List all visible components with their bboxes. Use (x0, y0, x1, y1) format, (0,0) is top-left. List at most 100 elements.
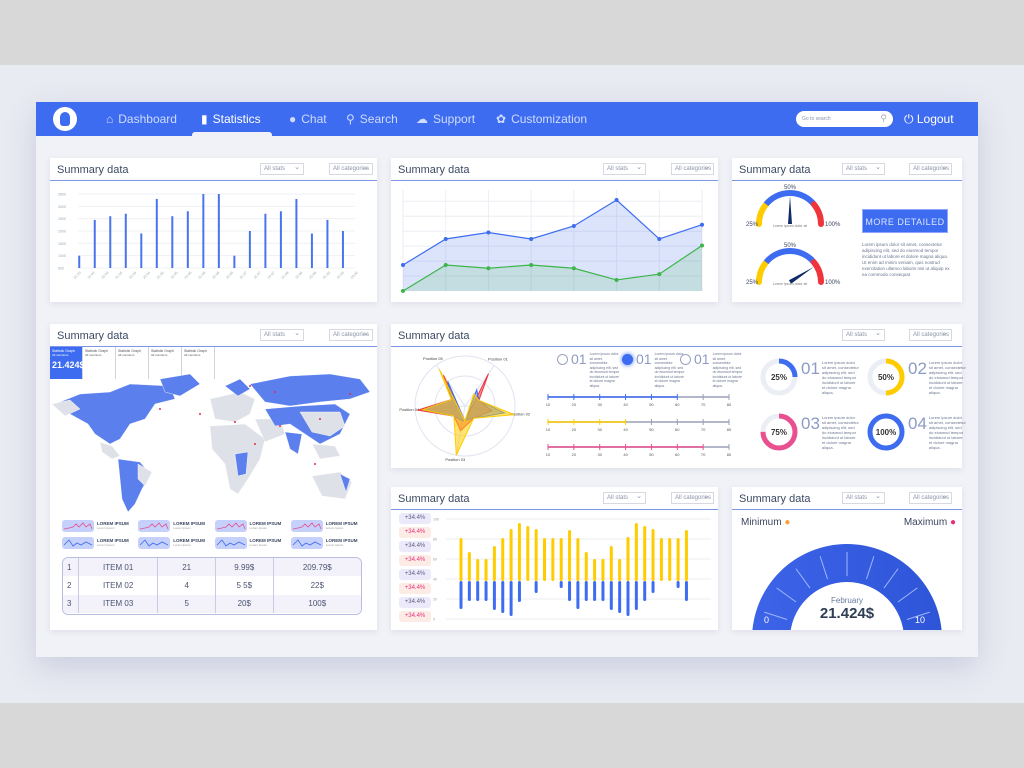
support-icon: ☁ (416, 112, 428, 126)
option-item[interactable]: 01 Lorem ipsum dolor sit amet, consectetu… (557, 352, 620, 388)
stats-select[interactable]: All stats (603, 492, 646, 504)
slider-tick-label: 10 (546, 402, 551, 407)
map-marker (274, 391, 276, 393)
categories-select[interactable]: All categories (329, 329, 373, 341)
y-tick-label: 20 (433, 598, 437, 602)
bar (233, 255, 236, 268)
map-marker (314, 463, 316, 465)
more-detailed-button[interactable]: MORE DETAILED (862, 209, 948, 233)
donut-text: Lorem ipsum dolor sit amet, consectetur … (821, 360, 859, 395)
gauge-segment-mid (763, 248, 817, 265)
bar-upper (551, 538, 555, 581)
data-point (443, 263, 448, 267)
map-region-russia (249, 373, 371, 407)
panel-header: Summary data All stats All categories (732, 158, 962, 181)
sparkline-sub: Lorem Ipsum (325, 543, 344, 547)
sparkline-sub: Lorem Ipsum (173, 526, 191, 530)
bar (171, 216, 174, 268)
radio-button[interactable] (622, 354, 633, 365)
bar (93, 219, 96, 268)
x-tick-label: 01.05 (156, 271, 165, 280)
bar-upper (543, 538, 546, 581)
table-cell: 20$ (216, 594, 274, 613)
world-map (51, 373, 371, 513)
categories-select[interactable]: All categories (671, 492, 714, 504)
data-point (657, 272, 662, 277)
stats-select[interactable]: All stats (260, 329, 304, 341)
option-text: Lorem ipsum dolor sit amet, consectetur … (712, 352, 743, 388)
bar-upper (476, 559, 480, 581)
bar-lower (492, 581, 496, 610)
bar (186, 211, 189, 268)
bar-lower (568, 581, 572, 601)
table-cell: 2 (63, 576, 79, 595)
bar-upper (492, 546, 496, 581)
logout-button[interactable]: ⏻ Logout (904, 112, 954, 127)
sparkline (214, 537, 247, 549)
panel-gauges: Summary data All stats All categories 25… (732, 158, 962, 302)
bar-lower (651, 581, 655, 593)
categories-select[interactable]: All categories (909, 163, 952, 175)
donut-number: 03 (801, 414, 820, 433)
panel-radar-progress: Summary data All stats All categories Po… (391, 324, 966, 468)
option-item[interactable]: 01 Lorem ipsum dolor sit amet, consectetu… (680, 352, 743, 388)
x-tick-label: 01.08 (281, 271, 290, 280)
top-navbar: ⌂ Dashboard ▮ Statistics ● Chat ⚲ Search ☁ Su… (36, 102, 978, 136)
search-input[interactable]: Go to search ⚲ (796, 111, 893, 127)
sparkline-item: LOREM IPSUM Lorem Ipsum (214, 520, 291, 532)
donut-text: Lorem ipsum dolor sit amet, consectetur … (821, 415, 859, 450)
bar-lower (509, 581, 513, 616)
gauge-label-mid: 50% (784, 243, 797, 249)
bar-upper (593, 559, 597, 581)
nav-search[interactable]: ⚲ Search (346, 112, 398, 126)
description-text: Lorem ipsum dolor sit amet, consectetur … (862, 242, 950, 277)
map-marker (199, 413, 201, 415)
categories-select[interactable]: All categories (329, 163, 373, 175)
x-tick-label: 20.05 (184, 271, 193, 280)
active-tab-indicator (192, 132, 272, 136)
nav-chat[interactable]: ● Chat (289, 112, 327, 126)
bar-upper (484, 559, 488, 581)
radar-axis (464, 365, 495, 407)
search-icon[interactable]: ⚲ (880, 113, 887, 124)
bar (155, 198, 158, 268)
y-tick-label: 0 (433, 618, 435, 622)
x-tick-label: 20.08 (308, 271, 317, 280)
sparkline-line (292, 539, 321, 547)
stats-select[interactable]: All stats (603, 163, 646, 175)
nav-dashboard[interactable]: ⌂ Dashboard (106, 112, 177, 126)
radio-button[interactable] (557, 354, 568, 365)
x-tick-label: 15.06 (211, 271, 220, 280)
bar (310, 233, 313, 268)
bar-upper (509, 529, 513, 581)
donut-info: 04 Lorem ipsum dolor sit amet, consectetu… (908, 415, 967, 450)
bar-upper (534, 529, 538, 581)
data-point (443, 237, 448, 241)
nav-statistics[interactable]: ▮ Statistics (201, 112, 261, 126)
x-tick-label: 15.07 (253, 271, 262, 280)
percent-badge: +34.4% (399, 597, 431, 608)
y-tick-label: 2000 (58, 230, 66, 234)
table-cell: 100$ (308, 599, 327, 609)
percent-badge: +34.4% (399, 513, 431, 524)
donut-text: Lorem ipsum dolor sit amet, consectetur … (928, 360, 966, 395)
option-item[interactable]: 01 Lorem ipsum dolor sit amet, consectetu… (622, 352, 685, 388)
data-point (486, 266, 491, 271)
gauge-caption: Lorem ipsum dolor sit (773, 282, 807, 286)
map-region-north-america (54, 383, 176, 445)
stats-select[interactable]: All stats (842, 163, 885, 175)
bar-lower (601, 581, 605, 601)
bar-upper (501, 538, 505, 581)
nav-support[interactable]: ☁ Support (416, 112, 475, 126)
panel-map: Summary data All stats All categories St… (50, 324, 377, 630)
stats-select[interactable]: All stats (260, 163, 304, 175)
categories-select[interactable]: All categories (671, 163, 714, 175)
avatar[interactable] (53, 107, 77, 131)
percent-badge: +34.4% (399, 527, 431, 538)
sparkline-sub: Lorem Ipsum (325, 526, 344, 530)
radio-button[interactable] (680, 354, 691, 365)
tab-sub: All mentions (184, 353, 201, 357)
x-tick-label: 01.07 (239, 271, 248, 280)
nav-customization[interactable]: ✿ Customization (496, 112, 587, 126)
panel-title: Summary data (398, 164, 470, 176)
